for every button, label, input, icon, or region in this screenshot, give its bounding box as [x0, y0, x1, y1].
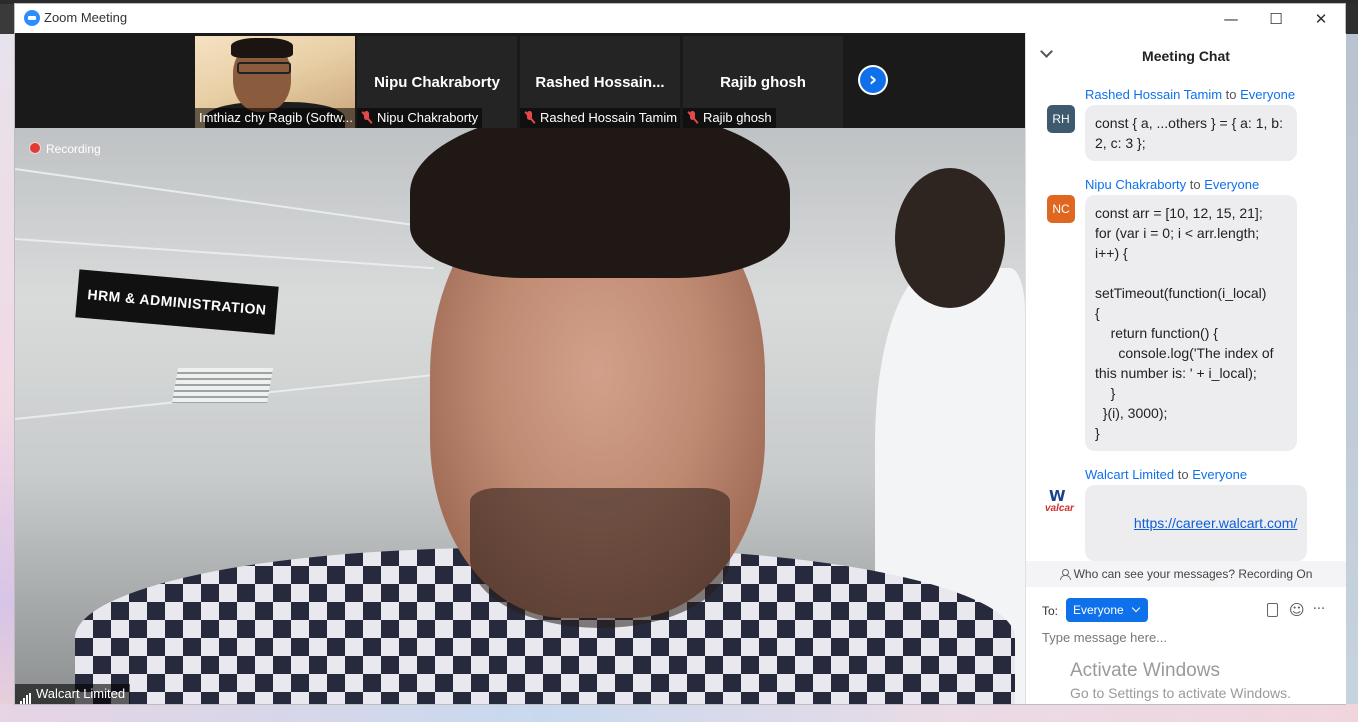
close-button[interactable]: ✕: [1299, 6, 1343, 32]
chevron-right-icon: ›: [868, 67, 878, 91]
participant-thumbnail-strip: Imthiaz chy Ragib (Softw... Nipu Chakrab…: [15, 33, 1025, 128]
message-sender[interactable]: Rashed Hossain Tamim: [1085, 87, 1222, 102]
participant-name-tag: Rashed Hossain Tamim: [520, 108, 680, 128]
chat-message-list[interactable]: Rashed Hossain Tamim to Everyone RH cons…: [1026, 77, 1346, 561]
chevron-down-icon: [1131, 603, 1140, 613]
emoji-icon[interactable]: ☺: [1289, 603, 1305, 618]
muted-mic-icon: [687, 111, 699, 124]
watermark-subtitle: Go to Settings to activate Windows.: [1070, 685, 1291, 701]
message-bubble: const { a, ...others } = { a: 1, b: 2, c…: [1085, 105, 1297, 161]
meeting-stage: Imthiaz chy Ragib (Softw... Nipu Chakrab…: [15, 33, 1025, 704]
message-recipient: Everyone: [1240, 87, 1296, 102]
participant-name: Rajib ghosh: [703, 110, 772, 125]
desktop-background-right: [1345, 4, 1358, 722]
participant-name-tag: Rajib ghosh: [683, 108, 776, 128]
signal-strength-icon: [20, 685, 32, 704]
to-word: to: [1225, 87, 1237, 102]
participant-name-tag: Imthiaz chy Ragib (Softw...: [195, 108, 355, 128]
recording-label: Recording: [46, 142, 101, 156]
visibility-text: Who can see your messages? Recording On: [1073, 567, 1313, 581]
to-label: To:: [1042, 604, 1059, 618]
more-options-icon[interactable]: ···: [1312, 603, 1326, 617]
person-icon: [1059, 569, 1071, 580]
recipient-row: To: Everyone ☺ ···: [1026, 598, 1346, 624]
ceiling-line: [15, 168, 412, 226]
participant-name: Rashed Hossain Tamim: [540, 110, 678, 125]
desktop-background-bottom: [0, 704, 1358, 722]
message-sender-line: Walcart Limited to Everyone: [1085, 467, 1247, 482]
minimize-button[interactable]: —: [1209, 6, 1253, 32]
message-sender-line: Rashed Hossain Tamim to Everyone: [1085, 87, 1295, 102]
participant-thumbnail[interactable]: Rajib ghosh Rajib ghosh: [683, 36, 843, 128]
title-bar[interactable]: Zoom Meeting — ☐ ✕: [15, 4, 1345, 33]
participant-name: Nipu Chakraborty: [377, 110, 479, 125]
window-title: Zoom Meeting: [44, 10, 128, 25]
watermark-title: Activate Windows: [1070, 660, 1220, 681]
recipient-value: Everyone: [1073, 603, 1124, 617]
speaker-hair: [410, 128, 790, 278]
chat-title: Meeting Chat: [1142, 48, 1230, 64]
file-icon[interactable]: [1267, 603, 1278, 617]
participant-thumbnail[interactable]: Rashed Hossain... Rashed Hossain Tamim: [520, 36, 680, 128]
to-word: to: [1177, 467, 1189, 482]
message-sender-line: Nipu Chakraborty to Everyone: [1085, 177, 1259, 192]
recipient-dropdown[interactable]: Everyone: [1066, 598, 1148, 622]
muted-mic-icon: [361, 111, 373, 124]
career-link[interactable]: https://career.walcart.com/: [1134, 515, 1297, 531]
background-person-head: [895, 168, 1005, 308]
message-bubble: const arr = [10, 12, 15, 21]; for (var i…: [1085, 195, 1297, 451]
maximize-button[interactable]: ☐: [1254, 6, 1298, 32]
walcart-logo-text: valcar: [1045, 503, 1074, 514]
speaker-name: Walcart Limited: [36, 686, 126, 701]
message-sender[interactable]: Walcart Limited: [1085, 467, 1174, 482]
office-sign: HRM & ADMINISTRATION: [75, 269, 279, 335]
recording-dot-icon: [29, 142, 41, 154]
participant-display-name: Rashed Hossain...: [535, 74, 665, 91]
participant-thumbnail[interactable]: Nipu Chakraborty Nipu Chakraborty: [357, 36, 517, 128]
participant-display-name: Rajib ghosh: [720, 74, 806, 91]
active-speaker-name-tag: Walcart Limited: [15, 684, 131, 704]
to-word: to: [1189, 177, 1201, 192]
zoom-app-icon: [24, 10, 40, 26]
walcart-logo: W valcar: [1045, 487, 1077, 517]
active-speaker-video[interactable]: HRM & ADMINISTRATION Recording Walcart L…: [15, 128, 1025, 704]
message-visibility-info[interactable]: Who can see your messages? Recording On: [1026, 561, 1346, 587]
message-input[interactable]: Type message here...: [1042, 630, 1167, 645]
chat-header: Meeting Chat: [1026, 33, 1346, 77]
zoom-meeting-window: Zoom Meeting — ☐ ✕ Imthiaz chy Ragib (So…: [15, 4, 1346, 704]
message-bubble: https://career.walcart.com/: [1085, 485, 1308, 561]
avatar: NC: [1047, 195, 1075, 223]
message-sender[interactable]: Nipu Chakraborty: [1085, 177, 1186, 192]
recording-indicator[interactable]: Recording: [29, 142, 101, 156]
participant-name: Imthiaz chy Ragib (Softw...: [199, 110, 353, 125]
speaker-beard: [470, 488, 730, 628]
desktop-background-left: [0, 4, 15, 722]
participant-name-tag: Nipu Chakraborty: [357, 108, 483, 128]
ceiling-line: [15, 238, 435, 270]
avatar: RH: [1047, 105, 1075, 133]
chat-panel: Meeting Chat Rashed Hossain Tamim to Eve…: [1025, 33, 1346, 704]
activate-windows-watermark: Activate Windows Go to Settings to activ…: [1070, 660, 1291, 701]
participant-thumbnail[interactable]: Imthiaz chy Ragib (Softw...: [195, 36, 355, 128]
muted-mic-icon: [524, 111, 536, 124]
air-vent: [171, 368, 274, 403]
next-participants-button[interactable]: ›: [858, 65, 888, 95]
message-recipient: Everyone: [1204, 177, 1260, 192]
participant-display-name: Nipu Chakraborty: [374, 74, 500, 91]
message-recipient: Everyone: [1192, 467, 1248, 482]
